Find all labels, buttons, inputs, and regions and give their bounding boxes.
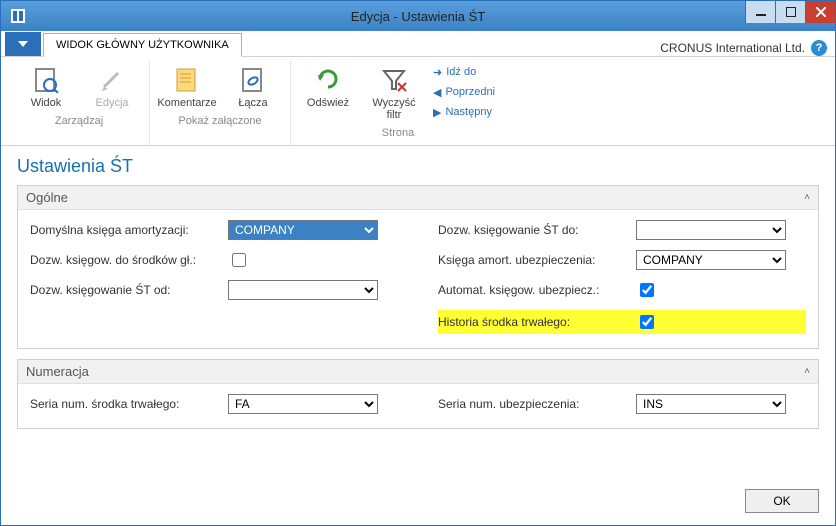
ribbon-group-pokaz-label: Pokaż załączone [178, 115, 261, 127]
window-buttons [745, 1, 835, 31]
ribbon-poprzedni[interactable]: ◀ Poprzedni [429, 83, 499, 101]
chevron-down-icon [18, 41, 28, 47]
fasttab-numeracja-title: Numeracja [26, 364, 89, 379]
ksiega-ubezp-label: Księga amort. ubezpieczenia: [438, 253, 628, 267]
fasttab-ogolne: Ogólne ˄ Domyślna księga amortyzacji: CO… [17, 185, 819, 349]
domyslna-ksiega-label: Domyślna księga amortyzacji: [30, 223, 220, 237]
footer: OK [1, 481, 835, 525]
refresh-icon [312, 63, 344, 95]
ribbon-nav-small: ➜ Idź do ◀ Poprzedni ▶ Następny [429, 61, 499, 123]
ok-button-label: OK [773, 494, 790, 508]
ribbon-poprzedni-label: Poprzedni [445, 86, 495, 98]
ribbon-edycja: Edycja [81, 61, 143, 111]
view-icon [30, 63, 62, 95]
ribbon-idz-do[interactable]: ➜ Idź do [429, 63, 499, 81]
automat-ubezp-checkbox[interactable] [640, 283, 654, 297]
ribbon-edycja-label: Edycja [95, 97, 128, 109]
ribbon-nastepny-label: Następny [445, 106, 491, 118]
ribbon-wyczysc-label: Wyczyść filtr [365, 97, 423, 121]
ribbon-lacza-label: Łącza [238, 97, 267, 109]
ribbon-group-strona: Odśwież Wyczyść filtr ➜ Idź do ◀ Poprzedni… [290, 61, 505, 145]
goto-icon: ➜ [433, 66, 442, 79]
help-icon[interactable]: ? [811, 40, 827, 56]
fasttab-ogolne-body: Domyślna księga amortyzacji: COMPANY Doz… [18, 210, 818, 348]
ksiega-ubezp-select[interactable]: COMPANY [636, 250, 786, 270]
maximize-button[interactable] [775, 1, 805, 23]
company-area: CRONUS International Ltd. ? [660, 40, 827, 56]
fasttab-numeracja-body: Seria num. środka trwałego: FA Seria num… [18, 384, 818, 428]
ribbon-idz-label: Idź do [446, 66, 476, 78]
chevron-up-icon: ˄ [804, 366, 810, 377]
file-tab[interactable] [5, 32, 41, 56]
field-domyslna-ksiega: Domyślna księga amortyzacji: COMPANY [30, 220, 398, 240]
ribbon-group-zarzadzaj: Widok Edycja Zarządzaj [9, 61, 149, 145]
field-ksiega-ubezp: Księga amort. ubezpieczenia: COMPANY [438, 250, 806, 270]
ribbon-nastepny[interactable]: ▶ Następny [429, 103, 499, 121]
ribbon: Widok Edycja Zarządzaj Komentarze Łącza [1, 57, 835, 146]
field-historia: Historia środka trwałego: [438, 310, 806, 334]
dozw-do-label: Dozw. księgowanie ŚT do: [438, 223, 628, 237]
close-button[interactable] [805, 1, 835, 23]
minimize-button[interactable] [745, 1, 775, 23]
fasttab-numeracja-header[interactable]: Numeracja ˄ [18, 360, 818, 384]
page-title: Ustawienia ŚT [17, 156, 819, 177]
field-dozw-srodkow-gl: Dozw. księgow. do środków gł.: [30, 250, 398, 270]
seria-st-select[interactable]: FA [228, 394, 378, 414]
tab-main-label: WIDOK GŁÓWNY UŻYTKOWNIKA [56, 39, 229, 51]
fasttab-ogolne-title: Ogólne [26, 190, 68, 205]
links-icon [237, 63, 269, 95]
historia-checkbox[interactable] [640, 315, 654, 329]
dozw-od-select[interactable] [228, 280, 378, 300]
dozw-do-select[interactable] [636, 220, 786, 240]
ribbon-group-strona-label: Strona [382, 127, 414, 139]
ribbon-wyczysc[interactable]: Wyczyść filtr [363, 61, 425, 123]
fasttab-numeracja: Numeracja ˄ Seria num. środka trwałego: … [17, 359, 819, 429]
company-name: CRONUS International Ltd. [660, 41, 805, 55]
tab-main-view[interactable]: WIDOK GŁÓWNY UŻYTKOWNIKA [43, 33, 242, 57]
ribbon-odswiez-label: Odśwież [307, 97, 349, 109]
ribbon-widok-label: Widok [31, 97, 62, 109]
ribbon-widok[interactable]: Widok [15, 61, 77, 111]
comments-icon [171, 63, 203, 95]
chevron-up-icon: ˄ [804, 192, 810, 203]
field-seria-st: Seria num. środka trwałego: FA [30, 394, 398, 414]
window-title: Edycja - Ustawienia ŚT [1, 9, 835, 24]
seria-ubezp-select[interactable]: INS [636, 394, 786, 414]
field-dozw-do: Dozw. księgowanie ŚT do: [438, 220, 806, 240]
next-icon: ▶ [433, 106, 441, 119]
edit-icon [96, 63, 128, 95]
seria-ubezp-label: Seria num. ubezpieczenia: [438, 397, 628, 411]
ribbon-odswiez[interactable]: Odśwież [297, 61, 359, 123]
seria-st-label: Seria num. środka trwałego: [30, 397, 220, 411]
field-dozw-od: Dozw. księgowanie ŚT od: [30, 280, 398, 300]
content: Ustawienia ŚT Ogólne ˄ Domyślna księga a… [1, 146, 835, 481]
window: Edycja - Ustawienia ŚT WIDOK GŁÓWNY UŻYT… [0, 0, 836, 526]
dozw-srodkow-gl-label: Dozw. księgow. do środków gł.: [30, 253, 220, 267]
ribbon-group-pokaz: Komentarze Łącza Pokaż załączone [149, 61, 290, 145]
historia-label: Historia środka trwałego: [438, 315, 628, 329]
app-icon [7, 5, 29, 27]
dozw-srodkow-gl-checkbox[interactable] [232, 253, 246, 267]
titlebar: Edycja - Ustawienia ŚT [1, 1, 835, 31]
clear-filter-icon [378, 63, 410, 95]
field-seria-ubezp: Seria num. ubezpieczenia: INS [438, 394, 806, 414]
fasttab-ogolne-header[interactable]: Ogólne ˄ [18, 186, 818, 210]
domyslna-ksiega-select[interactable]: COMPANY [228, 220, 378, 240]
tab-row: WIDOK GŁÓWNY UŻYTKOWNIKA CRONUS Internat… [1, 31, 835, 57]
dozw-od-label: Dozw. księgowanie ŚT od: [30, 283, 220, 297]
ribbon-komentarze[interactable]: Komentarze [156, 61, 218, 111]
ribbon-lacza[interactable]: Łącza [222, 61, 284, 111]
ok-button[interactable]: OK [745, 489, 819, 513]
automat-ubezp-label: Automat. księgow. ubezpiecz.: [438, 283, 628, 297]
field-automat-ubezp: Automat. księgow. ubezpiecz.: [438, 280, 806, 300]
ribbon-group-zarzadzaj-label: Zarządzaj [55, 115, 103, 127]
prev-icon: ◀ [433, 86, 441, 99]
ribbon-komentarze-label: Komentarze [157, 97, 216, 109]
